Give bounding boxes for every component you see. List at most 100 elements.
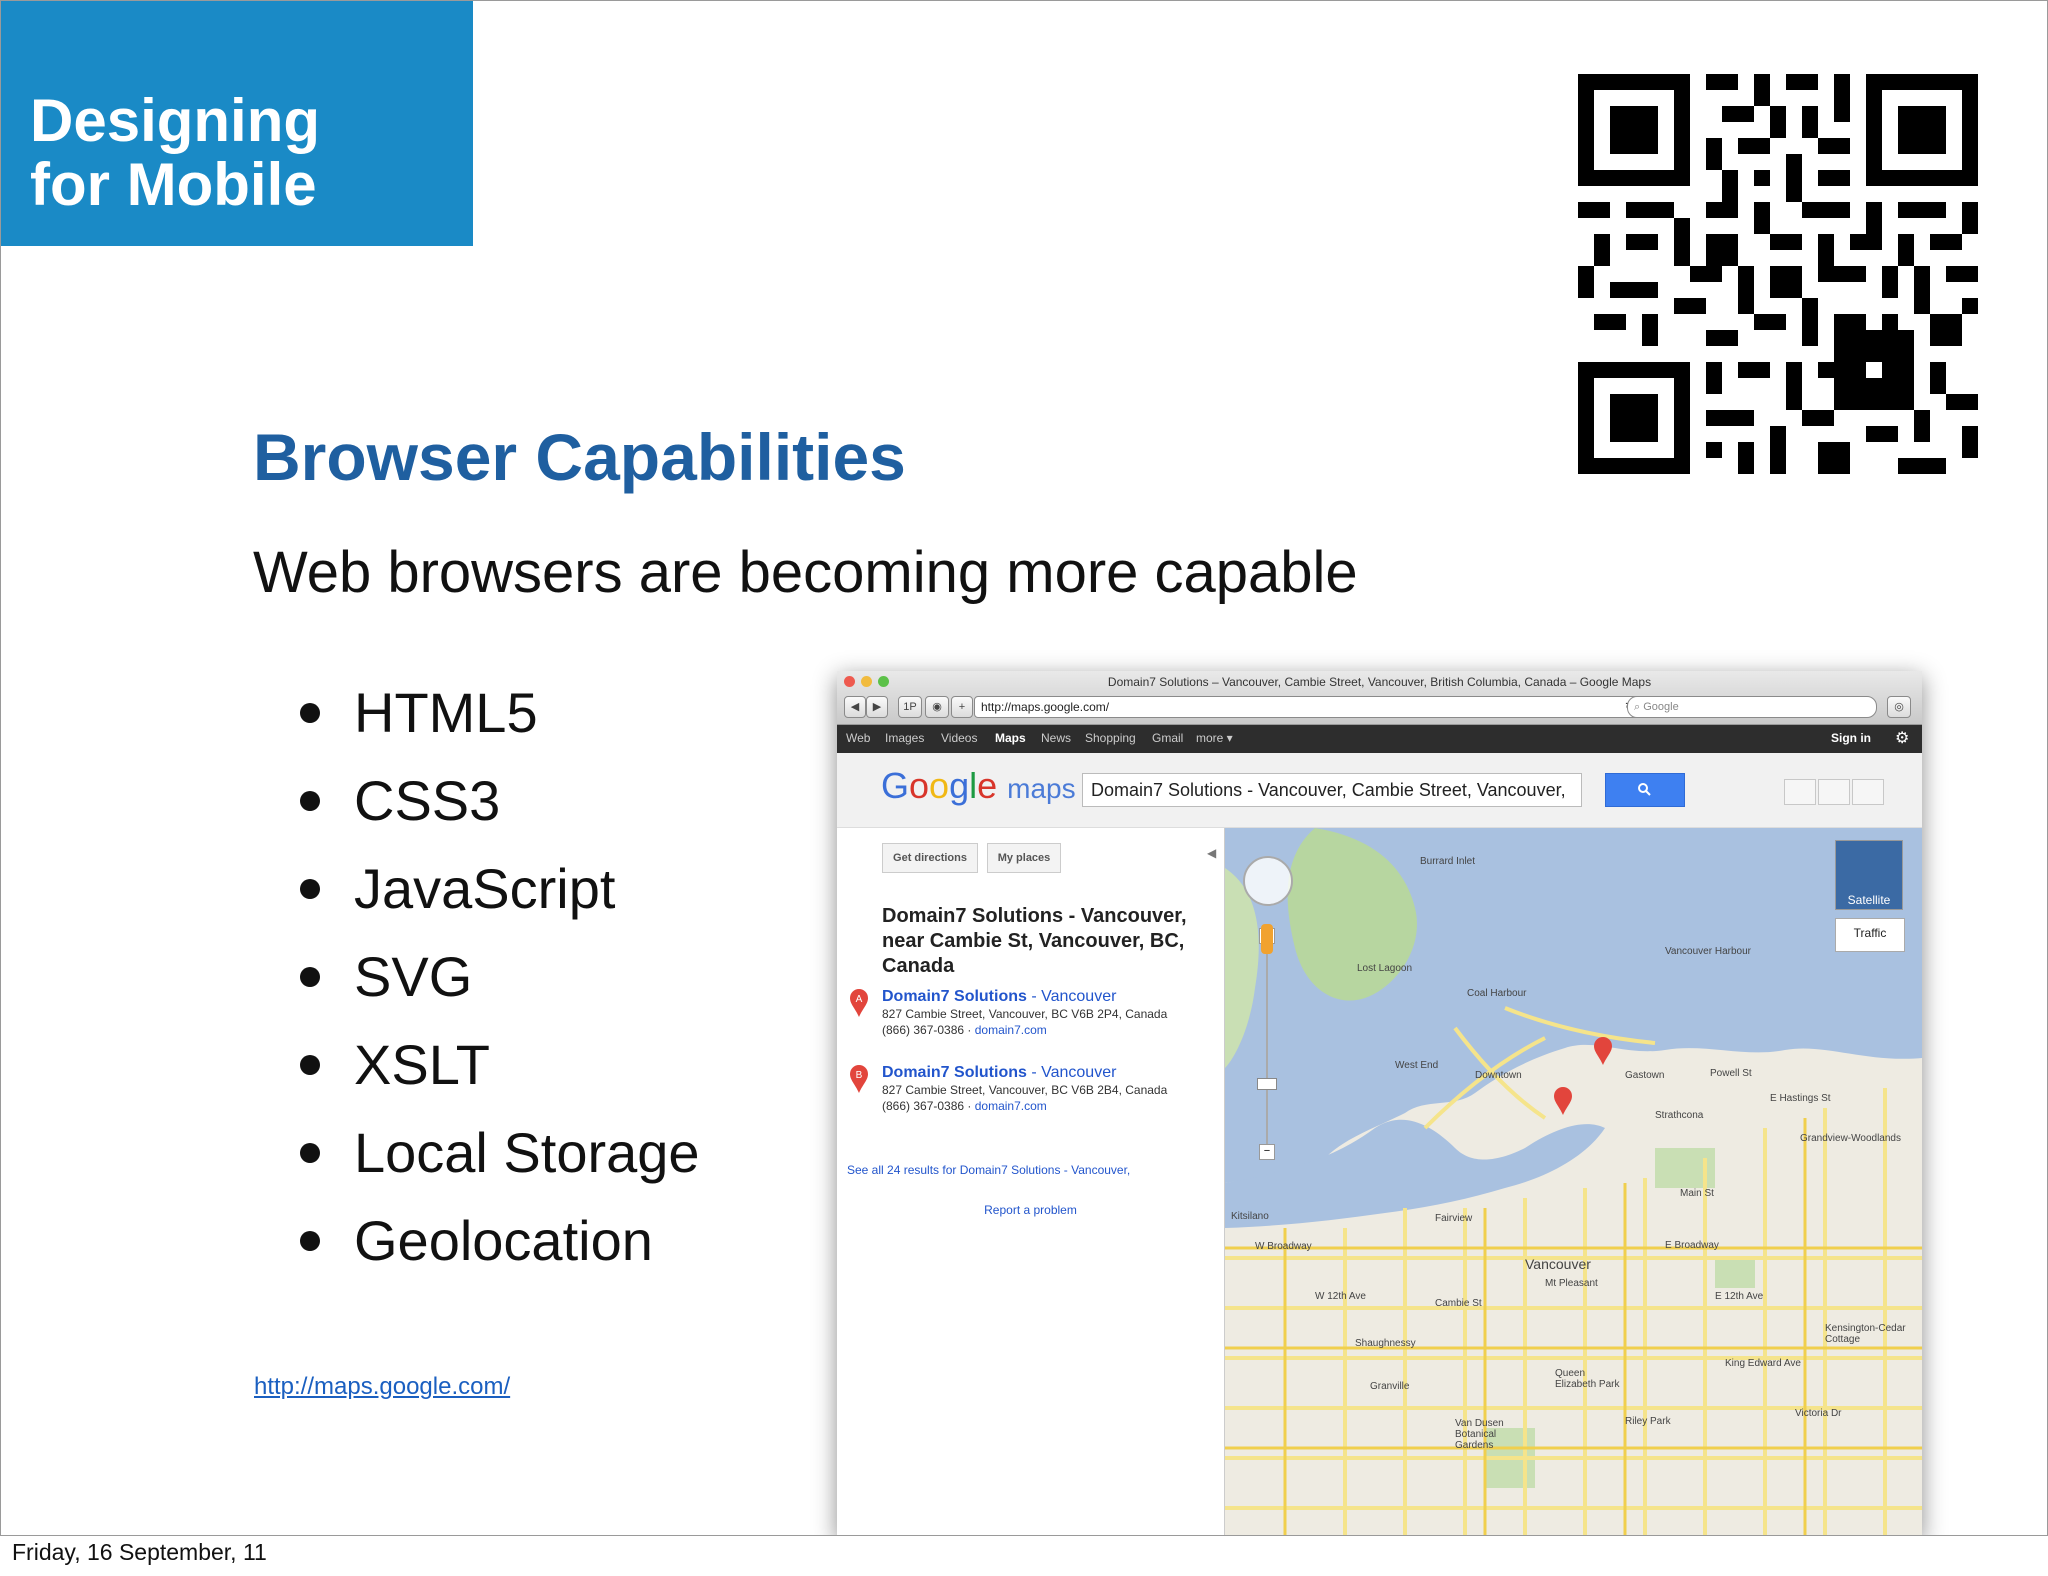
gbar-gmail[interactable]: Gmail bbox=[1152, 731, 1183, 745]
google-maps-logo[interactable]: Google maps bbox=[881, 765, 1076, 807]
gbar-maps[interactable]: Maps bbox=[995, 731, 1026, 745]
zoom-handle[interactable] bbox=[1257, 1078, 1277, 1090]
result-address: 827 Cambie Street, Vancouver, BC V6B 2B4… bbox=[882, 1083, 1168, 1097]
print-icon[interactable] bbox=[1784, 779, 1816, 805]
gbar-videos[interactable]: Videos bbox=[941, 731, 977, 745]
gbar-more[interactable]: more ▾ bbox=[1196, 731, 1233, 745]
qr-code-icon bbox=[1578, 74, 1978, 474]
map-label: Gastown bbox=[1625, 1070, 1665, 1081]
map-image bbox=[1225, 828, 1922, 1535]
bullet-icon bbox=[300, 1231, 320, 1251]
gbar-images[interactable]: Images bbox=[885, 731, 924, 745]
map-label: King Edward Ave bbox=[1725, 1358, 1801, 1369]
forward-button[interactable]: ▶ bbox=[866, 696, 888, 718]
back-button[interactable]: ◀ bbox=[844, 696, 866, 718]
list-item: HTML5 bbox=[297, 669, 700, 757]
map-label: E 12th Ave bbox=[1715, 1291, 1764, 1302]
slide: Designing for Mobile Browser Capabilitie… bbox=[0, 0, 2048, 1536]
deck-title-line-2: for Mobile bbox=[30, 151, 317, 218]
marker-b-letter: B bbox=[856, 1070, 863, 1081]
maps-link[interactable]: http://maps.google.com/ bbox=[254, 1373, 510, 1401]
list-item-label: HTML5 bbox=[354, 681, 538, 744]
result-domain[interactable]: domain7.com bbox=[975, 1099, 1047, 1113]
list-item-label: Local Storage bbox=[354, 1121, 700, 1184]
gear-icon[interactable]: ⚙ bbox=[1895, 728, 1909, 748]
list-item-label: XSLT bbox=[354, 1033, 490, 1096]
gbar-news[interactable]: News bbox=[1041, 731, 1071, 745]
maps-sidebar: Get directions My places ◀ Domain7 Solut… bbox=[837, 828, 1225, 1535]
gbar-web[interactable]: Web bbox=[846, 731, 870, 745]
map-label: West End bbox=[1395, 1060, 1439, 1071]
bullet-icon bbox=[300, 703, 320, 723]
map-label: Powell St bbox=[1710, 1068, 1752, 1079]
map-canvas[interactable]: + − Satellite Traffic Burrard Inlet Vanc… bbox=[1225, 828, 1922, 1535]
bullet-icon bbox=[300, 879, 320, 899]
map-label: Van Dusen Botanical Gardens bbox=[1455, 1418, 1504, 1451]
topsites-icon[interactable]: ◉ bbox=[925, 696, 949, 718]
bookmark-button[interactable]: 1P bbox=[898, 696, 922, 718]
link-icon[interactable] bbox=[1852, 779, 1884, 805]
list-item: Local Storage bbox=[297, 1109, 700, 1197]
window-title: Domain7 Solutions – Vancouver, Cambie St… bbox=[1107, 675, 1652, 689]
satellite-button[interactable]: Satellite bbox=[1835, 840, 1903, 910]
map-label: Queen Elizabeth Park bbox=[1555, 1368, 1620, 1390]
bullet-icon bbox=[300, 1055, 320, 1075]
address-bar[interactable]: http://maps.google.com/↻ bbox=[974, 696, 1642, 718]
zoom-out-button[interactable]: − bbox=[1259, 1144, 1275, 1160]
map-label: W Broadway bbox=[1255, 1241, 1312, 1252]
bullet-icon bbox=[300, 967, 320, 987]
result-name[interactable]: Domain7 Solutions bbox=[882, 988, 1027, 1005]
satellite-label: Satellite bbox=[1847, 893, 1891, 907]
map-label: Granville bbox=[1370, 1381, 1410, 1392]
list-item: JavaScript bbox=[297, 845, 700, 933]
slide-subtitle: Web browsers are becoming more capable bbox=[253, 540, 1358, 605]
map-label: Victoria Dr bbox=[1795, 1408, 1842, 1419]
see-all-results-link[interactable]: See all 24 results for Domain7 Solutions… bbox=[847, 1163, 1130, 1177]
sign-in-link[interactable]: Sign in bbox=[1831, 731, 1871, 745]
map-label: Kitsilano bbox=[1231, 1211, 1269, 1222]
map-label: Fairview bbox=[1435, 1213, 1473, 1224]
address-url: http://maps.google.com/ bbox=[981, 700, 1110, 714]
search-placeholder: Google bbox=[1643, 701, 1679, 713]
result-domain[interactable]: domain7.com bbox=[975, 1023, 1047, 1037]
list-item-label: SVG bbox=[354, 945, 473, 1008]
zoom-slider[interactable]: + − bbox=[1257, 928, 1277, 1160]
map-label: E Hastings St bbox=[1770, 1093, 1831, 1104]
pegman-icon[interactable] bbox=[1261, 924, 1273, 954]
map-label: Vancouver Harbour bbox=[1665, 946, 1751, 957]
traffic-button[interactable]: Traffic bbox=[1835, 918, 1905, 952]
result-item-b[interactable]: Domain7 Solutions - Vancouver 827 Cambie… bbox=[882, 1064, 1212, 1114]
result-item-a[interactable]: Domain7 Solutions - Vancouver 827 Cambie… bbox=[882, 988, 1212, 1038]
search-field[interactable]: ⌕ Google bbox=[1627, 696, 1877, 718]
list-item-label: JavaScript bbox=[354, 857, 616, 920]
map-label: Mt Pleasant bbox=[1545, 1278, 1598, 1289]
map-label: Grandview-Woodlands bbox=[1800, 1133, 1901, 1144]
deck-title-line-1: Designing bbox=[30, 87, 321, 154]
pan-control[interactable] bbox=[1243, 856, 1293, 906]
result-phone: (866) 367-0386 bbox=[882, 1099, 965, 1113]
maps-search-button[interactable] bbox=[1605, 773, 1685, 807]
add-icon[interactable]: + bbox=[951, 696, 973, 718]
result-phone: (866) 367-0386 bbox=[882, 1023, 965, 1037]
map-label: Strathcona bbox=[1655, 1110, 1704, 1121]
map-label: E Broadway bbox=[1665, 1240, 1719, 1251]
report-problem-link[interactable]: Report a problem bbox=[837, 1203, 1224, 1217]
my-places-button[interactable]: My places bbox=[987, 843, 1061, 873]
result-suffix: - Vancouver bbox=[1026, 1064, 1117, 1081]
email-icon[interactable] bbox=[1818, 779, 1850, 805]
google-bar: Web Images Videos Maps News Shopping Gma… bbox=[837, 725, 1922, 753]
list-item-label: CSS3 bbox=[354, 769, 501, 832]
reader-icon[interactable]: ◎ bbox=[1887, 696, 1911, 718]
result-name[interactable]: Domain7 Solutions bbox=[882, 1064, 1027, 1081]
get-directions-button[interactable]: Get directions bbox=[882, 843, 978, 873]
result-heading: Domain7 Solutions - Vancouver, near Camb… bbox=[882, 905, 1187, 977]
bullet-icon bbox=[300, 791, 320, 811]
map-label: Lost Lagoon bbox=[1357, 963, 1413, 974]
map-label: W 12th Ave bbox=[1315, 1291, 1366, 1302]
marker-a-icon: A bbox=[850, 989, 868, 1017]
maps-search-input[interactable]: Domain7 Solutions - Vancouver, Cambie St… bbox=[1082, 773, 1582, 807]
collapse-icon[interactable]: ◀ bbox=[1207, 846, 1216, 860]
maps-query: Domain7 Solutions - Vancouver, Cambie St… bbox=[1091, 780, 1566, 800]
gbar-shopping[interactable]: Shopping bbox=[1085, 731, 1136, 745]
slide-title: Browser Capabilities bbox=[253, 420, 906, 494]
